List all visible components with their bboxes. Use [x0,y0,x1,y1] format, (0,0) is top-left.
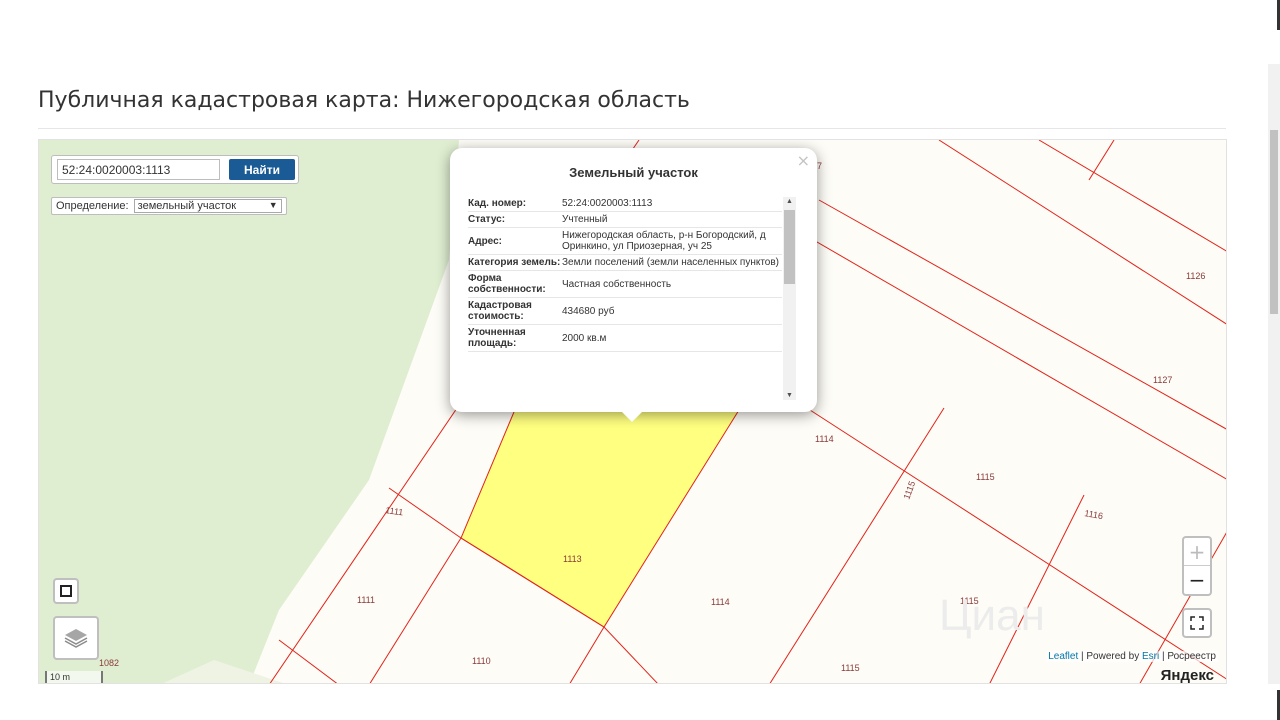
info-label: Статус: [468,214,506,225]
definition-panel: Определение: земельный участок ▼ [51,197,287,215]
parcel-label-1126: 1126 [1186,271,1205,281]
definition-label: Определение: [56,200,129,212]
parcel-label-1115-a: 1115 [976,472,995,482]
info-value: Земли поселений (земли населенных пункто… [562,257,780,268]
layers-icon [64,629,88,648]
search-panel: Найти [51,155,299,184]
map-attribution: Leaflet | Powered by Esri | Росреестр [1046,651,1218,662]
zoom-out-button[interactable]: − [1184,566,1210,594]
info-label: Адрес: [468,235,502,247]
parcel-label-1111-b: 1111 [385,505,404,517]
parcel-label-1115-d: 1115 [901,480,917,501]
info-value: Частная собственность [562,278,672,290]
parcel-label-1127: 1127 [1153,375,1172,385]
parcel-label-1114-b: 1114 [711,597,730,607]
fullscreen-icon [1190,616,1204,630]
info-row-cadastral-value: Кадастровая стоимость: 434680 руб [468,298,782,325]
info-row-ownership: Форма собственности: Частная собственнос… [468,271,782,298]
info-row-status: Статус: Учтенный [468,212,782,228]
scroll-down-icon[interactable]: ▼ [786,392,793,399]
popup-title: Земельный участок [569,165,698,180]
popup-scrollbar[interactable]: ▲ ▼ [783,197,796,400]
zoom-in-button[interactable]: + [1184,538,1210,566]
info-value: 52:24:0020003:1113 [562,198,653,209]
info-label: Кад. номер: [468,198,527,209]
scroll-up-icon[interactable]: ▲ [786,198,793,205]
fullscreen-button[interactable] [1182,608,1212,638]
parcel-label-1116: 1116 [1084,508,1104,521]
parcel-label-1082: 1082 [99,658,119,668]
parcel-info-popup: × Земельный участок Кад. номер: 52:24:00… [450,148,817,422]
info-row-cad-number: Кад. номер: 52:24:0020003:1113 [468,196,782,212]
attribution-text-rosreestr: | Росреестр [1159,651,1216,662]
info-label: Форма собственности: [468,273,546,295]
page-title: Публичная кадастровая карта: Нижегородск… [38,88,690,113]
attribution-text: | Powered by [1078,651,1142,662]
forest-area [39,140,459,683]
find-button[interactable]: Найти [229,159,295,180]
info-value: 434680 руб [562,305,615,317]
scale-bar: 10 m [45,671,103,683]
yandex-logo[interactable]: Яндекс [1161,667,1214,683]
parcel-label-1111-a: 1111 [357,595,375,605]
selected-parcel [460,399,740,628]
watermark: Циан [939,591,1045,640]
page-scroll-thumb[interactable] [1270,130,1278,314]
chevron-down-icon: ▼ [268,200,278,210]
parcel-info-table: Кад. номер: 52:24:0020003:1113 Статус: У… [468,196,782,406]
page-scrollbar[interactable] [1268,64,1280,684]
parcel-label-7: 7 [817,161,822,171]
definition-selected-value: земельный участок [137,200,237,212]
parcel-label-1113: 1113 [563,554,582,564]
cadastral-search-input[interactable] [57,159,220,180]
info-label: Категория земель: [468,257,561,268]
title-divider [38,128,1226,129]
info-label: Кадастровая стоимость: [468,300,532,322]
draw-area-button[interactable] [53,578,79,604]
parcel-label-1114-a: 1114 [815,434,834,444]
info-value: Нижегородская область, р-н Богородский, … [562,230,766,252]
info-row-address: Адрес: Нижегородская область, р-н Богоро… [468,228,782,255]
info-row-land-category: Категория земель: Земли поселений (земли… [468,255,782,271]
info-row-area: Уточненная площадь: 2000 кв.м [468,325,782,352]
info-value: Учтенный [562,214,608,225]
parcel-label-1110: 1110 [472,656,491,666]
popup-pointer [620,410,644,422]
info-value: 2000 кв.м [562,332,607,344]
square-icon [60,585,72,597]
leaflet-link[interactable]: Leaflet [1048,651,1078,662]
esri-link[interactable]: Esri [1142,651,1159,662]
zoom-control: + − [1182,536,1212,596]
popup-scroll-thumb[interactable] [784,210,795,284]
cadastral-map[interactable]: 1113 1114 1114 1115 1115 1115 1115 1116 … [38,139,1227,684]
page: Публичная кадастровая карта: Нижегородск… [0,0,1280,720]
parcel-label-1115-c: 1115 [841,663,860,673]
definition-select[interactable]: земельный участок ▼ [133,199,282,213]
info-label: Уточненная площадь: [468,327,526,349]
layers-button[interactable] [53,616,99,660]
